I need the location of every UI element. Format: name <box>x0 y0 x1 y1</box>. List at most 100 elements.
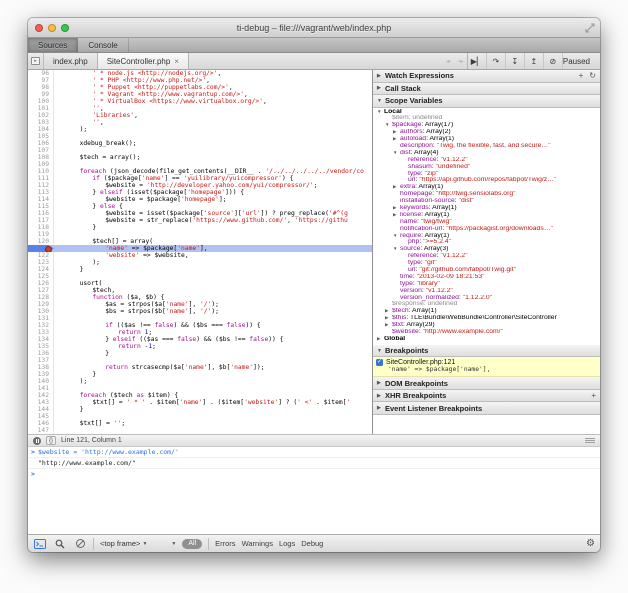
line-number-gutter[interactable]: 131 <box>28 315 54 322</box>
scope-row-extra[interactable]: ▶extra: Array(1) <box>373 184 600 191</box>
scope-row-authors[interactable]: ▶authors: Array(2) <box>373 129 600 136</box>
scope-row-license[interactable]: ▶license: Array(1) <box>373 212 600 219</box>
scope-row-require[interactable]: ▼require: Array(1) <box>373 233 600 240</box>
line-number-gutter[interactable]: 133 <box>28 329 54 336</box>
scope-row-description[interactable]: description: "Twig, the flexible, fast, … <box>373 143 600 150</box>
scope-row-autoload[interactable]: ▶autoload: Array(1) <box>373 136 600 143</box>
line-number-gutter[interactable]: 129 <box>28 301 54 308</box>
execution-pointer-icon[interactable]: 121 <box>28 245 54 252</box>
scope-row-$website[interactable]: $website: "http://www.example.com/" <box>373 329 600 336</box>
scope-row-name[interactable]: name: "twig/twig" <box>373 219 600 226</box>
tab-scroll-left-button[interactable]: ◂▫ <box>443 53 455 69</box>
scope-row-reference[interactable]: reference: "v1.12.2" <box>373 157 600 164</box>
step-out-button[interactable]: ↥ <box>525 53 544 69</box>
close-tab-icon[interactable]: × <box>174 57 179 66</box>
console-active-prompt[interactable]: > <box>28 469 600 479</box>
scope-row-reference[interactable]: reference: "v1.12.2" <box>373 253 600 260</box>
line-number-gutter[interactable]: 96 <box>28 70 54 77</box>
title-bar[interactable]: ti-debug – file:///vagrant/web/index.php <box>28 18 600 38</box>
line-number-gutter[interactable]: 140 <box>28 378 54 385</box>
scope-row-$response[interactable]: $response: undefined <box>373 301 600 308</box>
scope-row-type[interactable]: type: "library" <box>373 281 600 288</box>
chevron-right-icon[interactable]: ▶ <box>393 136 400 143</box>
line-number-gutter[interactable]: 106 <box>28 140 54 147</box>
line-number-gutter[interactable]: 109 <box>28 161 54 168</box>
settings-gear-icon[interactable]: ⚙ <box>586 538 595 549</box>
line-number-gutter[interactable]: 102 <box>28 112 54 119</box>
line-number-gutter[interactable]: 137 <box>28 357 54 364</box>
tab-sources[interactable]: Sources <box>28 38 78 52</box>
file-tab-index-php[interactable]: index.php <box>44 53 98 69</box>
section-breakpoints[interactable]: ▼ Breakpoints <box>373 345 600 358</box>
tab-scroll-right-button[interactable]: ▫▸ <box>455 53 467 69</box>
line-number-gutter[interactable]: 139 <box>28 371 54 378</box>
line-number-gutter[interactable]: 101 <box>28 105 54 112</box>
line-number-gutter[interactable]: 103 <box>28 119 54 126</box>
file-tab-sitecontroller-php[interactable]: SiteController.php × <box>97 53 189 69</box>
chevron-right-icon[interactable]: ▶ <box>385 308 392 315</box>
scope-row-Local[interactable]: ▼Local <box>373 109 600 116</box>
scope-row-source[interactable]: ▼source: Array(3) <box>373 246 600 253</box>
line-number-gutter[interactable]: 118 <box>28 224 54 231</box>
filter-all[interactable]: All <box>182 539 202 549</box>
scope-row-$tech[interactable]: ▶$tech: Array(1) <box>373 308 600 315</box>
line-number-gutter[interactable]: 97 <box>28 77 54 84</box>
scope-row-$item[interactable]: $item: undefined <box>373 115 600 122</box>
line-number-gutter[interactable]: 135 <box>28 343 54 350</box>
line-number-gutter[interactable]: 123 <box>28 259 54 266</box>
scope-row-$package[interactable]: ▼$package: Array(17) <box>373 122 600 129</box>
scope-row-version_normalized[interactable]: version_normalized: "1.12.2.0" <box>373 295 600 302</box>
filter-debug[interactable]: Debug <box>301 539 323 548</box>
line-number-gutter[interactable]: 115 <box>28 203 54 210</box>
line-number-gutter[interactable]: 114 <box>28 196 54 203</box>
add-xhr-breakpoint-button[interactable]: + <box>591 391 596 400</box>
scope-row-notification-url[interactable]: notification-url: "https://packagist.org… <box>373 226 600 233</box>
line-number-gutter[interactable]: 142 <box>28 392 54 399</box>
scope-row-version[interactable]: version: "v1.12.2" <box>373 288 600 295</box>
scope-row-homepage[interactable]: homepage: "http://twig.sensiolabs.org" <box>373 191 600 198</box>
scope-row-$txt[interactable]: ▶$txt: Array(29) <box>373 322 600 329</box>
chevron-down-icon[interactable]: ▼ <box>393 246 400 253</box>
line-number-gutter[interactable]: 147 <box>28 427 54 434</box>
scope-row-url[interactable]: url: "git://github.com/fabpot/Twig.git" <box>373 267 600 274</box>
resume-button[interactable]: ▶▏ <box>468 53 487 69</box>
section-call-stack[interactable]: ▶ Call Stack <box>373 83 600 96</box>
scope-row-type[interactable]: type: "git" <box>373 260 600 267</box>
filter-errors[interactable]: Errors <box>215 539 235 548</box>
line-number-gutter[interactable]: 127 <box>28 287 54 294</box>
search-icon[interactable] <box>53 538 67 550</box>
code-editor[interactable]: 96' * node.js <http://nodejs.org/>',97' … <box>28 70 372 434</box>
scope-row-type[interactable]: type: "zip" <box>373 171 600 178</box>
section-xhr-breakpoints[interactable]: ▶ XHR Breakpoints + <box>373 390 600 403</box>
frame-selector[interactable]: <top frame> ▼ <box>100 539 147 548</box>
line-number-gutter[interactable]: 116 <box>28 210 54 217</box>
section-scope-variables[interactable]: ▼ Scope Variables <box>373 95 600 108</box>
scope-row-installation-source[interactable]: installation-source: "dist" <box>373 198 600 205</box>
chevron-right-icon[interactable]: ▶ <box>393 212 400 219</box>
line-number-gutter[interactable]: 143 <box>28 399 54 406</box>
scope-row-url[interactable]: url: "https://api.github.com/repos/fabpo… <box>373 177 600 184</box>
line-number-gutter[interactable]: 130 <box>28 308 54 315</box>
drawer-resize-grip[interactable] <box>585 437 595 444</box>
toggle-console-button[interactable] <box>33 538 47 550</box>
line-number-gutter[interactable]: 134 <box>28 336 54 343</box>
chevron-right-icon[interactable]: ▶ <box>393 184 400 191</box>
pause-on-exceptions-icon[interactable] <box>33 437 41 445</box>
scope-row-keywords[interactable]: ▶keywords: Array(1) <box>373 205 600 212</box>
chevron-right-icon[interactable]: ▶ <box>377 336 384 343</box>
chevron-right-icon[interactable]: ▶ <box>385 315 392 322</box>
line-number-gutter[interactable]: 136 <box>28 350 54 357</box>
line-number-gutter[interactable]: 120 <box>28 238 54 245</box>
section-event-listener-breakpoints[interactable]: ▶ Event Listener Breakpoints <box>373 402 600 415</box>
line-number-gutter[interactable]: 100 <box>28 98 54 105</box>
chevron-down-icon[interactable]: ▼ <box>377 109 384 116</box>
line-number-gutter[interactable]: 111 <box>28 175 54 182</box>
scope-row-dist[interactable]: ▼dist: Array(4) <box>373 150 600 157</box>
breakpoint-entry[interactable]: ✓ SiteController.php:121 'name' => $pack… <box>373 357 600 377</box>
line-number-gutter[interactable]: 124 <box>28 266 54 273</box>
line-number-gutter[interactable]: 98 <box>28 84 54 91</box>
line-number-gutter[interactable]: 146 <box>28 420 54 427</box>
section-dom-breakpoints[interactable]: ▶ DOM Breakpoints <box>373 377 600 390</box>
line-number-gutter[interactable]: 113 <box>28 189 54 196</box>
line-number-gutter[interactable]: 112 <box>28 182 54 189</box>
